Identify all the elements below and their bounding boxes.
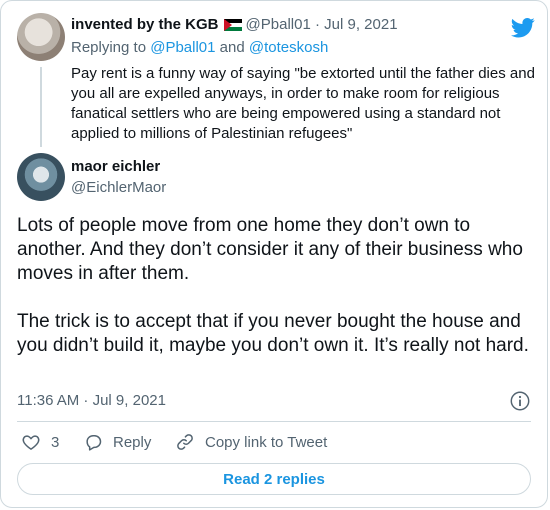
tweet-paragraph: Lots of people move from one home they d… [17,215,523,284]
info-icon[interactable] [509,390,531,412]
avatar[interactable] [17,153,65,201]
parent-tweet-header: invented by the KGB @Pball01 · Jul 9, 202… [71,15,398,35]
heart-icon [22,435,40,450]
copy-link-button[interactable]: Copy link to Tweet [175,431,327,453]
twitter-bird-icon[interactable] [511,15,535,39]
replying-to-prefix: Replying to [71,39,147,56]
divider [17,421,531,422]
author-handle[interactable]: @EichlerMaor [71,178,166,198]
reply-button[interactable]: Reply [83,431,151,453]
separator-dot: · [314,16,320,33]
avatar[interactable] [17,13,65,61]
author-name[interactable]: invented by the KGB [71,16,219,33]
parent-tweet-text: Pay rent is a funny way of saying "be ex… [71,65,535,142]
author-handle[interactable]: @Pball01 [246,16,311,33]
copy-link-label: Copy link to Tweet [205,433,328,451]
palestine-flag-icon [223,19,242,31]
read-replies-button[interactable]: Read 2 replies [17,463,531,495]
reply-handle-link[interactable]: @toteskosh [249,39,328,56]
tweet-date[interactable]: Jul 9, 2021 [324,16,397,33]
main-tweet-text: Lots of people move from one home they d… [17,214,532,358]
author-name[interactable]: maor eichler [71,157,160,177]
link-icon [177,434,193,450]
thread-connector-line [40,67,42,147]
like-count: 3 [51,433,60,451]
reply-handle-link[interactable]: @Pball01 [150,39,215,56]
embedded-tweet-card: invented by the KGB @Pball01 · Jul 9, 202… [0,0,548,508]
like-button[interactable]: 3 [21,431,59,453]
replying-to-and: and [219,39,245,56]
tweet-paragraph: The trick is to accept that if you never… [17,311,529,356]
tweet-timestamp[interactable]: 11:36 AM · Jul 9, 2021 [17,391,166,411]
reply-icon [86,435,102,451]
reply-label: Reply [113,433,152,451]
replying-to-line: Replying to @Pball01 and @toteskosh [71,38,328,58]
